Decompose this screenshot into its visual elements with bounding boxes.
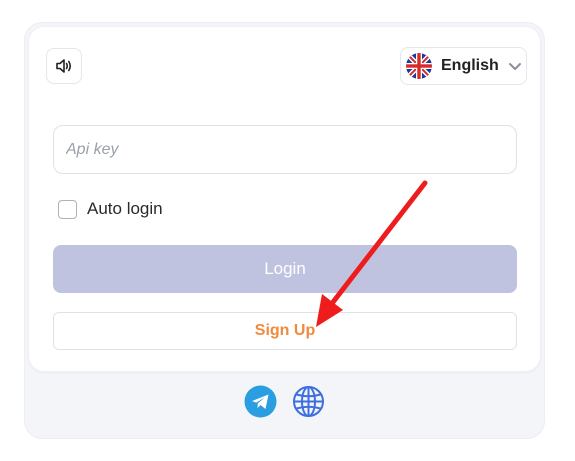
login-card: English Auto login Login Sign Up [28,26,541,372]
language-selector[interactable]: English [400,47,527,85]
language-label: English [441,57,499,74]
login-button[interactable]: Login [53,245,517,293]
uk-flag-icon [406,53,432,79]
footer-links [244,385,325,418]
chevron-down-icon [508,59,522,73]
telegram-icon[interactable] [244,385,277,418]
signup-button[interactable]: Sign Up [53,312,517,350]
globe-icon[interactable] [292,385,325,418]
checkbox-box[interactable] [58,199,77,219]
speaker-icon [54,56,74,76]
sound-toggle-button[interactable] [46,48,82,84]
auto-login-label: Auto login [87,199,163,218]
auto-login-checkbox[interactable]: Auto login [58,199,163,219]
api-key-input[interactable] [53,125,517,174]
